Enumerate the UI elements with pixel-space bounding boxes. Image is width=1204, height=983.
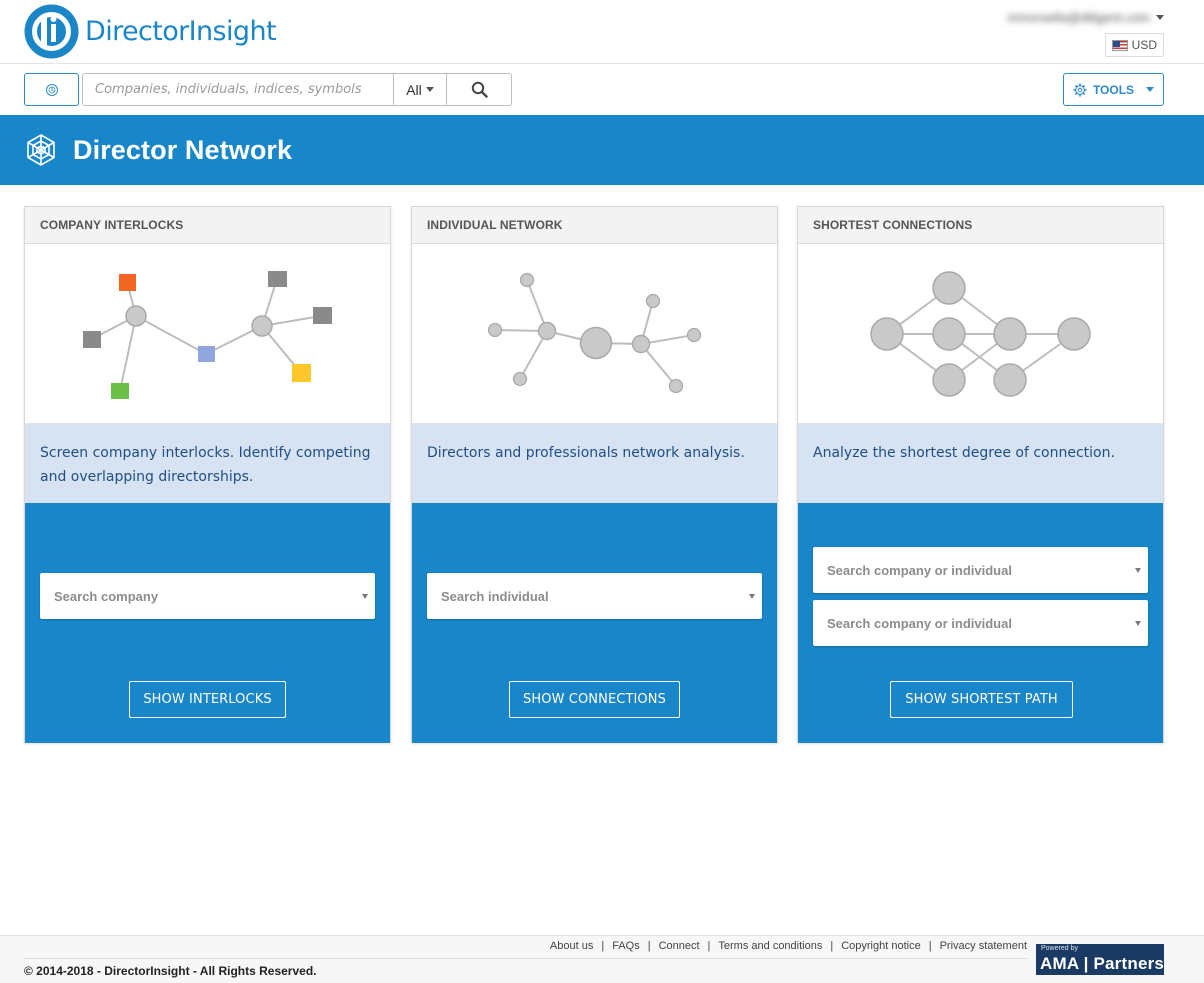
- show-connections-button[interactable]: SHOW CONNECTIONS: [509, 681, 680, 718]
- footer-link-terms[interactable]: Terms and conditions: [718, 940, 822, 952]
- search-scope-label: All: [406, 81, 422, 98]
- badge-powered-by: Powered by: [1041, 945, 1078, 952]
- copyright-text: © 2014-2018 - DirectorInsight - All Righ…: [24, 964, 317, 978]
- individual-network-illustration: [487, 272, 702, 393]
- recent-button[interactable]: [24, 73, 79, 106]
- show-shortest-path-button[interactable]: SHOW SHORTEST PATH: [890, 681, 1073, 718]
- chevron-down-icon: [1135, 621, 1141, 626]
- search-toolbar: All TOOLS: [0, 65, 1204, 115]
- footer-divider: [24, 958, 1028, 959]
- brand-name: DirectorInsight: [85, 16, 277, 47]
- gear-icon: [1073, 83, 1087, 96]
- chevron-down-icon: [1146, 87, 1155, 92]
- currency-label: USD: [1131, 38, 1157, 52]
- company-interlocks-illustration: [83, 270, 332, 399]
- shortest-connections-card: SHORTEST CONNECTIONS Analyze the shortes…: [797, 206, 1164, 743]
- company-interlocks-graph: [25, 244, 390, 424]
- user-menu[interactable]: mmorsella@diligent.com: [1007, 10, 1164, 25]
- select-placeholder: Search company: [54, 588, 159, 604]
- select-placeholder: Search individual: [441, 588, 549, 604]
- search-scope-dropdown[interactable]: All: [393, 73, 447, 106]
- card-form: Search company SHOW INTERLOCKS: [25, 503, 390, 743]
- individual-network-graph: [412, 244, 777, 424]
- currency-selector[interactable]: USD: [1104, 33, 1164, 57]
- select-placeholder: Search company or individual: [827, 615, 1012, 631]
- chevron-down-icon: [1156, 15, 1164, 20]
- page-footer: About us | FAQs | Connect | Terms and co…: [0, 935, 1204, 983]
- us-flag-icon: [1111, 39, 1128, 51]
- network-web-icon: [27, 134, 55, 166]
- company-search-select[interactable]: Search company: [40, 573, 375, 619]
- tools-label: TOOLS: [1092, 82, 1135, 97]
- footer-separator: |: [830, 940, 834, 952]
- card-title: COMPANY INTERLOCKS: [25, 207, 390, 244]
- brand-logo[interactable]: DirectorInsight: [24, 4, 277, 59]
- chevron-down-icon: [1135, 568, 1141, 573]
- top-header: DirectorInsight mmorsella@diligent.com U…: [0, 0, 1204, 64]
- footer-link-faqs[interactable]: FAQs: [612, 940, 640, 952]
- select-placeholder: Search company or individual: [827, 562, 1012, 578]
- card-title: INDIVIDUAL NETWORK: [412, 207, 777, 244]
- chevron-down-icon: [362, 594, 368, 599]
- footer-separator: |: [647, 940, 651, 952]
- footer-link-copyright[interactable]: Copyright notice: [841, 940, 921, 952]
- company-interlocks-card: COMPANY INTERLOCKS Screen company interl…: [24, 206, 391, 743]
- footer-separator: |: [928, 940, 932, 952]
- search-button[interactable]: [446, 73, 512, 106]
- card-description: Directors and professionals network anal…: [412, 424, 777, 503]
- chevron-down-icon: [749, 594, 755, 599]
- user-email: mmorsella@diligent.com: [1007, 10, 1150, 25]
- to-entity-select[interactable]: Search company or individual: [813, 600, 1148, 646]
- footer-link-privacy[interactable]: Privacy statement: [940, 940, 1027, 952]
- search-icon: [471, 81, 488, 98]
- card-title: SHORTEST CONNECTIONS: [798, 207, 1163, 244]
- footer-link-connect[interactable]: Connect: [659, 940, 700, 952]
- footer-separator: |: [707, 940, 711, 952]
- logo-mark-icon: [24, 4, 79, 59]
- card-form: Search company or individual Search comp…: [798, 503, 1163, 743]
- card-description: Screen company interlocks. Identify comp…: [25, 424, 390, 503]
- from-entity-select[interactable]: Search company or individual: [813, 547, 1148, 593]
- footer-link-about[interactable]: About us: [550, 940, 593, 952]
- shortest-connections-illustration: [870, 270, 1091, 397]
- footer-links: About us | FAQs | Connect | Terms and co…: [550, 940, 1027, 952]
- card-description: Analyze the shortest degree of connectio…: [798, 424, 1163, 503]
- individual-network-card: INDIVIDUAL NETWORK Directors and profess…: [411, 206, 778, 743]
- badge-brand: AMA | Partners: [1040, 954, 1165, 973]
- shortest-connections-graph: [798, 244, 1163, 424]
- card-form: Search individual SHOW CONNECTIONS: [412, 503, 777, 743]
- page-title: Director Network: [73, 134, 293, 165]
- footer-separator: |: [601, 940, 605, 952]
- ama-partners-badge[interactable]: Powered by AMA | Partners: [1036, 944, 1164, 975]
- recent-icon: [45, 83, 58, 96]
- individual-search-select[interactable]: Search individual: [427, 573, 762, 619]
- tools-menu-button[interactable]: TOOLS: [1063, 73, 1164, 106]
- page-banner: Director Network: [0, 115, 1204, 185]
- chevron-down-icon: [425, 87, 434, 92]
- search-input[interactable]: [82, 73, 394, 106]
- show-interlocks-button[interactable]: SHOW INTERLOCKS: [129, 681, 286, 718]
